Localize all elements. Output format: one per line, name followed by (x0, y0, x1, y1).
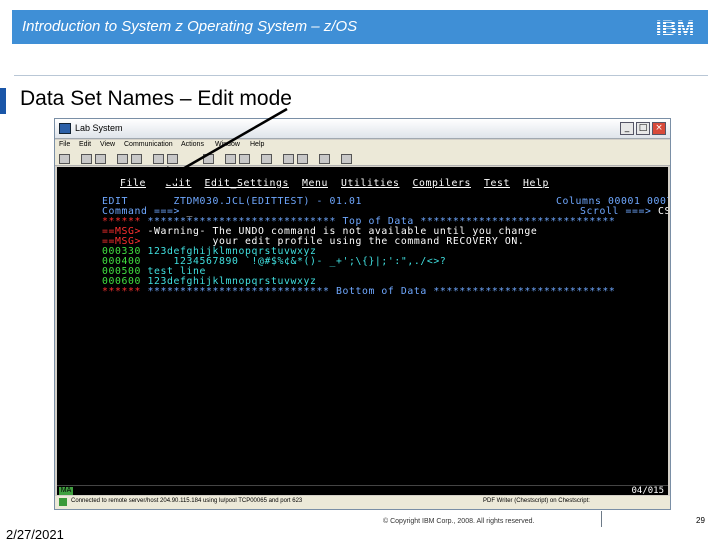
copy-icon[interactable] (81, 154, 92, 164)
print-icon[interactable] (59, 154, 70, 164)
record-icon[interactable] (261, 154, 272, 164)
close-button[interactable]: × (652, 122, 666, 135)
play-icon[interactable] (283, 154, 294, 164)
window-toolbar (55, 152, 670, 166)
maximize-button[interactable]: □ (636, 122, 650, 135)
window-statusbar: Connected to remote server/host 204.90.1… (55, 496, 670, 509)
ibm-logo-text: IBM (656, 17, 695, 38)
window-titlebar[interactable]: Lab System _ □ × (55, 119, 670, 139)
menu-window[interactable]: Window (215, 141, 240, 148)
slide-title: Data Set Names – Edit mode (20, 87, 292, 110)
macro-icon[interactable] (239, 154, 250, 164)
display-icon[interactable] (153, 154, 164, 164)
receive-icon[interactable] (131, 154, 142, 164)
menu-view[interactable]: View (100, 141, 115, 148)
connection-status: Connected to remote server/host 204.90.1… (71, 498, 303, 504)
paste-icon[interactable] (95, 154, 106, 164)
terminal-screen[interactable]: File Edit Edit_Settings Menu Utilities C… (57, 167, 668, 485)
ibm-logo: IBM (656, 17, 695, 38)
menu-communication[interactable]: Communication (124, 141, 173, 148)
header-rule (14, 75, 708, 76)
menu-actions[interactable]: Actions (181, 141, 204, 148)
menu-help[interactable]: Help (250, 141, 264, 148)
send-icon[interactable] (117, 154, 128, 164)
action-compilers[interactable]: Compilers (412, 178, 470, 189)
stop-icon[interactable] (297, 154, 308, 164)
copyright-notice: © Copyright IBM Corp., 2008. All rights … (383, 518, 535, 525)
printer-status: PDF Writer (Chestscript) on Chestscript: (483, 498, 590, 504)
app-icon (59, 123, 71, 134)
oia-indicator: MA (59, 487, 73, 495)
page-number: 29 (696, 516, 705, 525)
help-icon[interactable] (341, 154, 352, 164)
keyboard-icon[interactable] (225, 154, 236, 164)
window-title: Lab System (75, 123, 123, 133)
bottom-stars: ****** (102, 285, 141, 297)
cursor-position: 04/015 (631, 486, 664, 496)
header-title: Introduction to System z Operating Syste… (22, 18, 358, 35)
color-icon[interactable] (167, 154, 178, 164)
bottom-of-data-text: **************************** Bottom of D… (147, 285, 616, 297)
title-accent-bar (0, 88, 6, 114)
action-test[interactable]: Test (484, 178, 510, 189)
slide-date: 2/27/2021 (6, 527, 64, 540)
menu-file[interactable]: File (59, 141, 70, 148)
oia-bar: MA 04/015 (57, 485, 668, 496)
terminal-window: Lab System _ □ × File Edit View Communic… (54, 118, 671, 510)
slide-header: Introduction to System z Operating Syste… (12, 10, 708, 44)
map-icon[interactable] (203, 154, 214, 164)
menu-edit[interactable]: Edit (79, 141, 91, 148)
bottom-of-data-line: ****** **************************** Bott… (63, 277, 615, 306)
settings-icon[interactable] (319, 154, 330, 164)
connection-icon (59, 498, 67, 506)
dataset-name: ZTDM030.JCL(EDITTEST) - 01.01 (173, 195, 362, 207)
minimize-button[interactable]: _ (620, 122, 634, 135)
scroll-value[interactable]: CSR (658, 206, 668, 217)
footer-divider (601, 511, 602, 527)
window-menubar: File Edit View Communication Actions Win… (55, 140, 670, 152)
